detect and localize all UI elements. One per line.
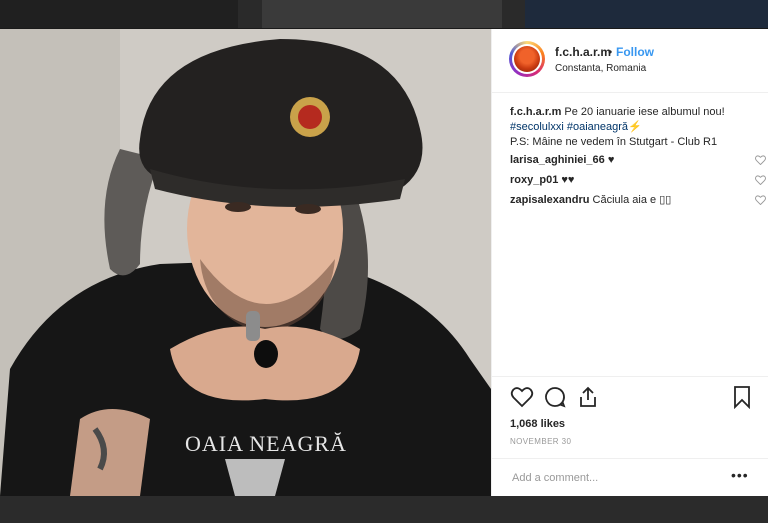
heart-icon[interactable] (510, 385, 534, 409)
comment-text: ♥ (607, 154, 615, 166)
heart-icon-small[interactable] (755, 195, 766, 205)
username-link[interactable]: f.c.h.a.r.m (555, 45, 611, 59)
photo-illustration: OAIA NEAGRĂ (0, 29, 491, 496)
caption-text: Pe 20 ianuarie iese albumul nou! (564, 106, 725, 118)
comment-username[interactable]: larisa_aghiniei_66 (510, 154, 605, 166)
comment-username[interactable]: zapisalexandru (510, 194, 589, 206)
caption-text-ps: P.S: Mâine ne vedem în Stutgart - Club R… (510, 136, 718, 148)
avatar-image (514, 46, 540, 72)
share-icon[interactable] (576, 385, 600, 409)
comment-text: Căciula aia e ▯▯ (592, 194, 672, 206)
comment-username[interactable]: roxy_p01 (510, 174, 558, 186)
comment-icon[interactable] (543, 385, 567, 409)
shirt-print-text: OAIA NEAGRĂ (185, 431, 347, 456)
background-feed-bottom (0, 496, 768, 523)
more-options-button[interactable]: ••• (731, 467, 749, 483)
bookmark-icon[interactable] (730, 385, 754, 409)
likes-count[interactable]: 1,068 likes (510, 418, 565, 430)
comment-item: larisa_aghiniei_66 ♥ (510, 153, 766, 173)
comment-item: zapisalexandru Căciula aia e ▯▯ (510, 193, 766, 213)
comment-list: larisa_aghiniei_66 ♥ roxy_p01 ♥♥ zapisal… (510, 153, 766, 213)
post-header: f.c.h.a.r.m • Follow Constanta, Romania (492, 29, 768, 93)
background-thumbnail (0, 0, 238, 28)
hashtag-link[interactable]: #secolulxxi (510, 121, 564, 133)
avatar[interactable] (509, 41, 545, 77)
background-thumbnail (525, 0, 768, 28)
comment-text: ♥♥ (561, 174, 575, 186)
heart-icon-small[interactable] (755, 175, 766, 185)
post-photo[interactable]: OAIA NEAGRĂ (0, 29, 491, 496)
location-link[interactable]: Constanta, Romania (555, 63, 646, 74)
heart-icon-small[interactable] (755, 155, 766, 165)
hashtag-link[interactable]: #oaianeagră (567, 121, 628, 133)
separator-dot: • (608, 45, 613, 59)
post-side-panel: f.c.h.a.r.m • Follow Constanta, Romania … (491, 29, 768, 496)
post-modal: OAIA NEAGRĂ f.c.h.a.r.m • Follow Constan… (0, 29, 768, 496)
post-caption: f.c.h.a.r.m Pe 20 ianuarie iese albumul … (510, 105, 755, 150)
follow-button[interactable]: Follow (616, 45, 654, 59)
background-thumbnail (262, 0, 502, 28)
comment-input[interactable] (510, 468, 714, 488)
comment-bar: ••• (492, 458, 768, 495)
caption-username[interactable]: f.c.h.a.r.m (510, 106, 561, 118)
post-date: NOVEMBER 30 (510, 437, 572, 446)
post-actions: 1,068 likes NOVEMBER 30 ••• (492, 376, 768, 494)
lightning-emoji: ⚡ (628, 121, 642, 133)
comment-item: roxy_p01 ♥♥ (510, 173, 766, 193)
